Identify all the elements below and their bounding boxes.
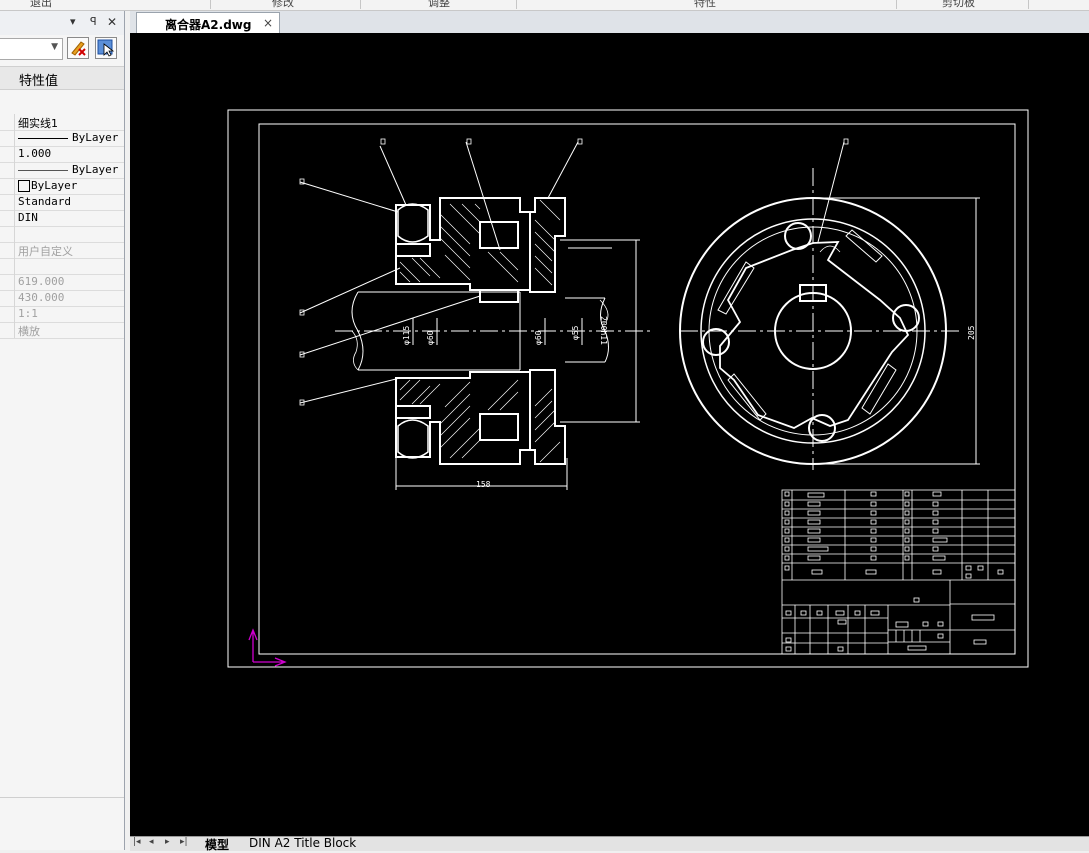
property-value: 1:1: [18, 307, 38, 320]
property-row[interactable]: 用户自定义: [0, 242, 124, 259]
property-value: 430.000: [18, 291, 65, 304]
property-row[interactable]: ByLayer: [0, 178, 124, 195]
title-block-small-labels: [784, 491, 1004, 652]
color-swatch-icon: [18, 180, 30, 192]
properties-column-header: 特性值: [0, 66, 124, 90]
lineweight-sample: [18, 170, 68, 171]
property-value: 细实线1: [18, 117, 58, 130]
cad-drawing: φ115 φ60 φ60 φ55 200h11 158 205: [227, 109, 1029, 668]
lineweight-sample: [18, 138, 68, 139]
property-value: ByLayer: [31, 179, 78, 192]
ribbon-separator: [896, 0, 897, 9]
row-gutter: [0, 290, 15, 306]
property-row[interactable]: DIN: [0, 210, 124, 227]
ribbon-separator: [210, 0, 211, 9]
ribbon-separator: [360, 0, 361, 9]
property-value: 用户自定义: [18, 245, 73, 258]
row-gutter: [0, 114, 15, 130]
property-value: 横放: [18, 325, 40, 338]
row-gutter: [0, 178, 15, 194]
header-label: 特性值: [19, 74, 59, 89]
dim-text: φ55: [571, 325, 580, 340]
title-block: [781, 489, 1016, 655]
row-gutter: [0, 306, 15, 322]
document-tab-bar: 离合器A2.dwg ×: [130, 11, 1089, 34]
row-gutter: [0, 322, 15, 338]
property-row[interactable]: 1:1: [0, 306, 124, 323]
ribbon-separator: [1028, 0, 1029, 9]
panel-divider: [0, 797, 124, 798]
section-view: [299, 141, 845, 490]
dim-text: φ60: [534, 330, 543, 345]
property-row[interactable]: 1.000: [0, 146, 124, 163]
document-tab-title: 离合器A2.dwg: [165, 18, 252, 32]
last-layout-button[interactable]: ▸|: [180, 837, 188, 847]
end-view: [679, 168, 980, 470]
property-row[interactable]: Standard: [0, 194, 124, 211]
property-value: 619.000: [18, 275, 65, 288]
ribbon-group-properties[interactable]: 特性: [694, 0, 716, 10]
dim-text: φ115: [402, 326, 411, 345]
property-value: DIN: [18, 211, 38, 224]
toggle-pickadd-button[interactable]: [67, 37, 89, 59]
property-value: Standard: [18, 195, 71, 208]
row-gutter: [0, 226, 15, 242]
property-value: 1.000: [18, 147, 52, 160]
row-gutter: [0, 258, 15, 274]
row-gutter: [0, 242, 15, 258]
prev-layout-button[interactable]: ◂: [149, 837, 154, 847]
property-row[interactable]: [0, 226, 124, 243]
first-layout-button[interactable]: |◂: [133, 837, 141, 847]
drawing-canvas[interactable]: φ115 φ60 φ60 φ55 200h11 158 205: [130, 33, 1089, 836]
select-objects-button[interactable]: [95, 37, 117, 59]
row-gutter: [0, 130, 15, 146]
balloon-labels: [299, 138, 849, 406]
dim-text: 158: [476, 480, 491, 489]
property-row[interactable]: [0, 258, 124, 275]
close-tab-icon[interactable]: ×: [263, 16, 273, 30]
object-selector-dropdown[interactable]: ▼: [0, 38, 63, 60]
close-icon[interactable]: ✕: [107, 15, 117, 29]
ribbon-group-modify[interactable]: 修改: [272, 0, 294, 10]
property-row[interactable]: 619.000: [0, 274, 124, 291]
property-value: ByLayer: [72, 163, 119, 176]
ribbon-group-clipboard[interactable]: 剪切板: [942, 0, 975, 10]
layout-tab-bar: |◂ ◂ ▸ ▸| 模型 DIN A2 Title Block: [130, 836, 1089, 853]
property-row[interactable]: 细实线1: [0, 114, 124, 131]
property-row[interactable]: ByLayer: [0, 162, 124, 179]
row-gutter: [0, 194, 15, 210]
property-row[interactable]: ByLayer: [0, 130, 124, 147]
ribbon-group-exit[interactable]: 退出: [30, 0, 52, 10]
properties-panel: ▾ ꟼ ✕ ▼ 特性值 细实线1 ByLayer 1.000 ByLayer ByLay…: [0, 11, 125, 850]
ribbon-separator: [516, 0, 517, 9]
tab-din-a2-title-block[interactable]: DIN A2 Title Block: [249, 836, 356, 850]
row-gutter: [0, 162, 15, 178]
row-gutter: [0, 274, 15, 290]
row-gutter: [0, 210, 15, 226]
ribbon-group-adjust[interactable]: 调整: [428, 0, 450, 10]
dim-text: 200h11: [599, 316, 608, 345]
panel-title-bar: ▾ ꟼ ✕: [0, 11, 124, 35]
property-row[interactable]: 横放: [0, 322, 124, 339]
sheet-outer-border: [227, 109, 1029, 668]
dim-text: 205: [967, 325, 976, 340]
row-gutter: [0, 146, 15, 162]
property-value: ByLayer: [72, 131, 119, 144]
ucs-icon: [248, 628, 287, 667]
property-row[interactable]: 430.000: [0, 290, 124, 307]
dim-text: φ60: [426, 330, 435, 345]
pin-icon[interactable]: ꟼ: [90, 15, 97, 28]
ribbon-strip: 退出 修改 调整 特性 剪切板: [0, 0, 1089, 11]
next-layout-button[interactable]: ▸: [165, 837, 170, 847]
document-tab[interactable]: 离合器A2.dwg ×: [136, 12, 280, 34]
panel-menu-icon[interactable]: ▾: [70, 15, 76, 28]
sheet-inner-border: [258, 123, 1016, 655]
chevron-down-icon: ▼: [51, 42, 58, 52]
tab-model[interactable]: 模型: [205, 836, 229, 853]
pencil-clear-icon: [71, 41, 86, 56]
select-cursor-icon: [97, 39, 115, 57]
